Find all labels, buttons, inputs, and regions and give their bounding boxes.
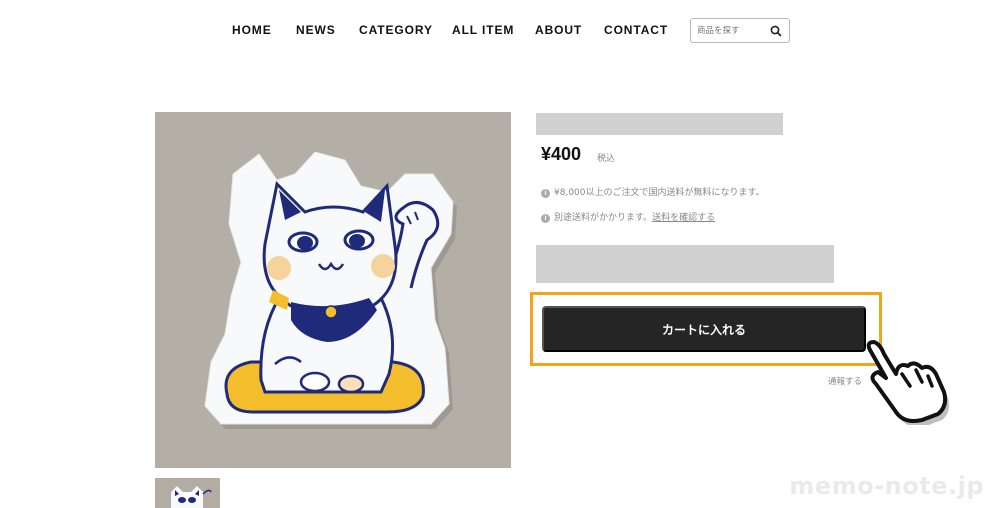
add-to-cart-button[interactable]: カートに入れる <box>542 306 866 352</box>
global-nav: HOME NEWS CATEGORY ALL ITEM ABOUT CONTAC… <box>0 0 1000 60</box>
nav-category[interactable]: CATEGORY <box>359 23 433 37</box>
search-icon[interactable] <box>768 23 784 39</box>
shipping-fee-link[interactable]: 送料を確認する <box>652 213 715 223</box>
info-icon: i <box>541 189 550 198</box>
search-input[interactable] <box>697 23 765 39</box>
shipping-note-extra-text: 別途送料がかかります。 <box>554 213 653 223</box>
watermark: memo-note.jp <box>789 472 984 500</box>
product-thumbnail[interactable] <box>155 478 220 508</box>
info-icon: i <box>541 214 550 223</box>
nav-contact[interactable]: CONTACT <box>604 23 668 37</box>
product-price: ¥400 <box>541 144 582 164</box>
shipping-note-free-text: ¥8,000以上のご注文で国内送料が無料になります。 <box>554 188 765 198</box>
product-title-placeholder <box>536 113 783 135</box>
shipping-note-extra: i 別途送料がかかります。送料を確認する <box>541 210 715 223</box>
pointing-hand-icon <box>856 340 956 427</box>
shipping-note-free: i ¥8,000以上のご注文で国内送料が無料になります。 <box>541 185 765 198</box>
tax-label: 税込 <box>597 154 616 164</box>
nav-home[interactable]: HOME <box>232 23 272 37</box>
nav-about[interactable]: ABOUT <box>535 23 582 37</box>
product-image[interactable] <box>155 112 511 468</box>
nav-all-item[interactable]: ALL ITEM <box>452 23 514 37</box>
nav-news[interactable]: NEWS <box>296 23 336 37</box>
option-placeholder <box>536 245 834 283</box>
search-box <box>690 18 790 43</box>
